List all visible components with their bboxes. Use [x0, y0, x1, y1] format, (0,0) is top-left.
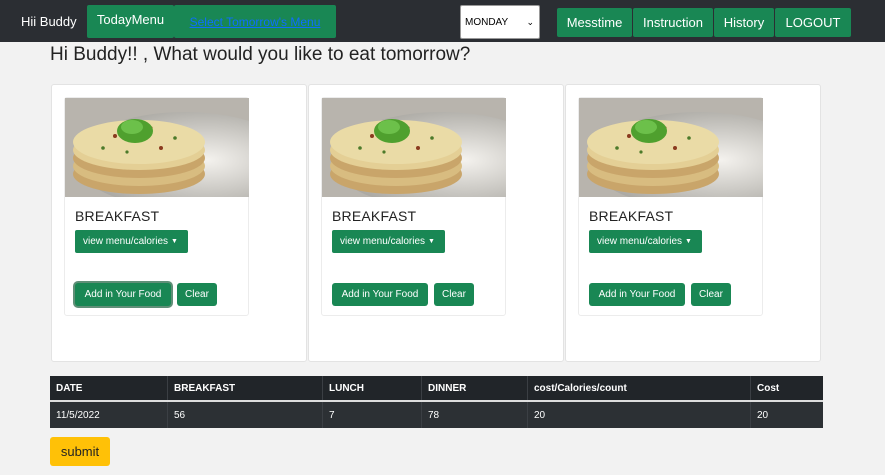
brand-link[interactable]: Hii Buddy	[21, 14, 77, 29]
table-cell: 20	[757, 409, 769, 421]
navbar: Hii Buddy TodayMenu Select Tomorrow's Me…	[0, 0, 885, 42]
dropdown-label: view menu/calories	[597, 236, 683, 247]
food-item-card: BREAKFAST view menu/calories ▼ Add in Yo…	[64, 97, 249, 316]
clear-button[interactable]: Clear	[434, 283, 474, 306]
select-tomorrow-menu-link[interactable]: Select Tomorrow's Menu	[174, 5, 336, 38]
add-food-button[interactable]: Add in Your Food	[332, 283, 428, 306]
dropdown-label: view menu/calories	[83, 236, 169, 247]
table-cell: 78	[422, 402, 528, 428]
dropdown-label: view menu/calories	[340, 236, 426, 247]
meal-card: BREAKFAST view menu/calories ▼ Add in Yo…	[308, 84, 564, 362]
table-cell: 11/5/2022	[50, 402, 168, 428]
table-header-row: DATE BREAKFAST LUNCH DINNER cost/Calorie…	[50, 376, 823, 402]
messtime-button[interactable]: Messtime	[557, 8, 632, 37]
table-cell: 7	[323, 402, 422, 428]
food-image	[579, 98, 763, 197]
food-item-card: BREAKFAST view menu/calories ▼ Add in Yo…	[321, 97, 506, 316]
day-select-value: MONDAY	[465, 16, 509, 28]
view-menu-dropdown[interactable]: view menu/calories ▼	[589, 230, 702, 253]
table-row: 11/5/2022 56 7 78 20 20	[50, 402, 823, 428]
header-cell: LUNCH	[323, 376, 422, 400]
logout-button[interactable]: LOGOUT	[775, 8, 851, 37]
view-menu-dropdown[interactable]: view menu/calories ▼	[75, 230, 188, 253]
food-image	[65, 98, 249, 197]
food-item-card: BREAKFAST view menu/calories ▼ Add in Yo…	[578, 97, 763, 316]
header-cell: cost/Calories/count	[528, 376, 751, 400]
meal-title: BREAKFAST	[589, 208, 674, 224]
meal-card: BREAKFAST view menu/calories ▼ Add in Yo…	[51, 84, 307, 362]
table-cell: 56	[168, 402, 323, 428]
meal-title: BREAKFAST	[75, 208, 160, 224]
food-image	[322, 98, 506, 197]
submit-button[interactable]: submit	[50, 437, 110, 466]
view-menu-dropdown[interactable]: view menu/calories ▼	[332, 230, 445, 253]
day-select[interactable]: MONDAY ⌄	[460, 5, 540, 39]
clear-button[interactable]: Clear	[177, 283, 217, 306]
page-heading: Hi Buddy!! , What would you like to eat …	[50, 44, 471, 65]
instruction-button[interactable]: Instruction	[633, 8, 713, 37]
add-food-button[interactable]: Add in Your Food	[589, 283, 685, 306]
caret-down-icon: ▼	[685, 238, 692, 245]
header-cell: BREAKFAST	[168, 376, 323, 400]
header-cell: DINNER	[422, 376, 528, 400]
history-button[interactable]: History	[714, 8, 774, 37]
chevron-down-icon: ⌄	[526, 17, 534, 27]
add-food-button[interactable]: Add in Your Food	[75, 283, 171, 306]
meal-title: BREAKFAST	[332, 208, 417, 224]
meal-table: DATE BREAKFAST LUNCH DINNER cost/Calorie…	[50, 376, 823, 428]
clear-button[interactable]: Clear	[691, 283, 731, 306]
header-cell: DATE	[50, 376, 168, 400]
today-menu-button[interactable]: TodayMenu	[87, 5, 174, 38]
caret-down-icon: ▼	[171, 238, 178, 245]
table-cell: 20	[528, 402, 751, 428]
header-cell: Cost	[757, 382, 780, 394]
caret-down-icon: ▼	[428, 238, 435, 245]
meal-card: BREAKFAST view menu/calories ▼ Add in Yo…	[565, 84, 821, 362]
